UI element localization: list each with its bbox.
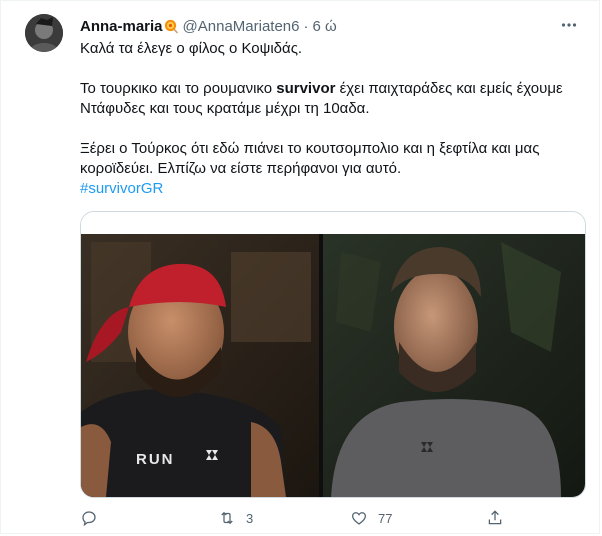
author-handle[interactable]: @AnnaMariaten6 <box>183 18 300 35</box>
like-button[interactable]: 77 <box>350 509 392 527</box>
avatar-image <box>25 14 63 52</box>
survivor-scene-photo: RUN <box>81 212 585 497</box>
share-button[interactable] <box>486 509 514 527</box>
retweet-button[interactable]: 3 <box>218 509 253 527</box>
tweet-actions: 3 77 <box>80 507 510 531</box>
retweet-count: 3 <box>246 510 254 526</box>
reply-icon <box>82 511 96 527</box>
tweet-media-image[interactable]: RUN <box>80 211 586 498</box>
tweet-line-3: Ξέρει ο Τούρκος ότι εδώ πιάνει το κουτσο… <box>80 140 540 177</box>
more-options-icon[interactable] <box>557 13 581 37</box>
share-icon <box>488 510 502 525</box>
avatar[interactable] <box>25 14 63 52</box>
hashtag-link[interactable]: #survivorGR <box>80 180 163 197</box>
author-name[interactable]: Anna-maria <box>80 18 163 35</box>
tweet-header: Anna-maria @AnnaMariaten6 · 6 ώ <box>80 15 581 37</box>
tweet-text: Καλά τα έλεγε ο φίλος ο Κοψιδάς. Το τουρ… <box>80 39 580 199</box>
like-count: 77 <box>378 510 393 526</box>
shirt-text-run: RUN <box>136 451 175 468</box>
retweet-icon <box>221 511 233 525</box>
dot-separator: · <box>303 17 309 35</box>
timestamp[interactable]: 6 ώ <box>313 18 337 35</box>
bold-keyword: survivor <box>276 80 336 97</box>
tweet-card[interactable]: Anna-maria @AnnaMariaten6 · 6 ώ Καλά τα … <box>0 0 600 534</box>
lollipop-emoji-icon <box>164 19 179 34</box>
tweet-line-2: Το τουρκικο και το ρουμανικο survivor έχ… <box>80 80 563 117</box>
heart-icon <box>351 512 367 525</box>
reply-button[interactable] <box>80 509 108 527</box>
tweet-line-1: Καλά τα έλεγε ο φίλος ο Κοψιδάς. <box>80 40 303 57</box>
